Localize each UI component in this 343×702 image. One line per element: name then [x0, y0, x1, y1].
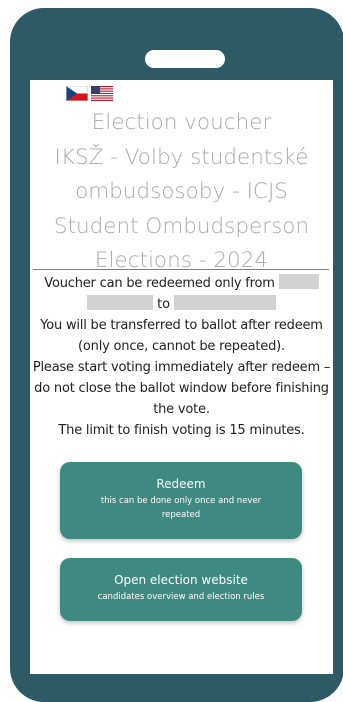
title-line: ombudsosoby - ICJS — [75, 179, 288, 204]
page-title: Election voucher IKSŽ - Volby studentské… — [30, 106, 333, 279]
redacted-date — [87, 295, 154, 310]
voucher-info: Voucher can be redeemed only from to You… — [30, 273, 333, 441]
validity-period: Voucher can be redeemed only from to — [30, 273, 333, 315]
validity-to-label: to — [157, 297, 170, 312]
title-line: Student Ombudsperson — [53, 213, 310, 239]
redeem-button-label: Redeem — [156, 477, 206, 491]
validity-from-label: Voucher can be redeemed only from — [44, 276, 275, 291]
redacted-date — [278, 274, 319, 289]
voting-instruction: Please start voting immediately after re… — [32, 360, 331, 417]
language-switcher — [66, 86, 113, 101]
title-line: IKSŽ - Volby studentské — [54, 144, 309, 170]
open-website-button-sublabel: candidates overview and election rules — [97, 592, 265, 602]
divider — [33, 269, 329, 270]
voucher-screen: Election voucher IKSŽ - Volby studentské… — [30, 80, 333, 674]
transfer-note: You will be transferred to ballot after … — [40, 318, 323, 354]
title-line: Election voucher — [91, 110, 272, 135]
open-website-button-label: Open election website — [114, 573, 248, 587]
czech-flag-icon[interactable] — [66, 86, 88, 101]
redeem-button[interactable]: Redeem this can be done only once and ne… — [60, 462, 302, 539]
phone-speaker — [145, 50, 225, 68]
redeem-button-sublabel: this can be done only once and never rep… — [100, 496, 262, 520]
us-flag-icon[interactable] — [91, 86, 113, 101]
open-election-website-button[interactable]: Open election website candidates overvie… — [60, 558, 302, 621]
time-limit-note: The limit to finish voting is 15 minutes… — [58, 423, 305, 438]
redacted-date — [173, 295, 276, 310]
